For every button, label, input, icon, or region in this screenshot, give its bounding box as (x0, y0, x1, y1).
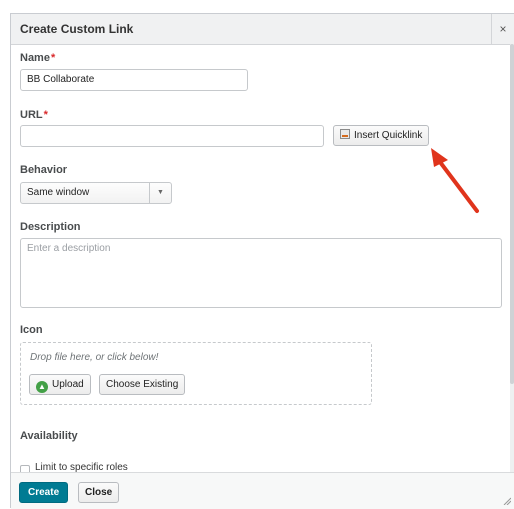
name-label: Name* (20, 52, 55, 64)
behavior-selected-value: Same window (27, 187, 90, 198)
availability-label: Availability (20, 430, 78, 442)
name-label-text: Name (20, 52, 50, 64)
upload-label: Upload (52, 379, 84, 390)
name-input[interactable]: BB Collaborate (20, 69, 248, 91)
create-button[interactable]: Create (19, 482, 69, 503)
close-icon[interactable]: × (491, 14, 514, 44)
description-textarea[interactable]: Enter a description (20, 238, 502, 308)
behavior-select[interactable]: Same window ▼ (20, 182, 172, 204)
required-marker: * (50, 52, 56, 64)
url-input[interactable] (20, 125, 324, 147)
close-button[interactable]: Close (78, 482, 120, 503)
behavior-label: Behavior (20, 164, 68, 176)
dropzone-text: Drop file here, or click below! (30, 352, 159, 363)
resize-handle-icon[interactable] (503, 497, 511, 505)
icon-label: Icon (20, 324, 43, 336)
dialog-footer: Create Close (11, 472, 514, 509)
required-marker: * (43, 109, 48, 121)
file-dropzone[interactable]: Drop file here, or click below! ▲ Upload … (20, 342, 372, 405)
insert-quicklink-button[interactable]: Insert Quicklink (333, 125, 430, 146)
description-label: Description (20, 221, 81, 233)
create-custom-link-dialog: Create Custom Link × Name* BB Collaborat… (10, 13, 514, 509)
choose-existing-button[interactable]: Choose Existing (99, 374, 186, 395)
url-label-text: URL (20, 109, 43, 121)
chevron-down-icon[interactable]: ▼ (149, 183, 171, 203)
scrollbar-thumb[interactable] (510, 44, 514, 384)
upload-button[interactable]: ▲ Upload (29, 374, 91, 395)
dialog-title: Create Custom Link (20, 22, 134, 36)
insert-quicklink-label: Insert Quicklink (354, 130, 423, 141)
quicklink-icon (340, 129, 350, 139)
url-label: URL* (20, 109, 48, 121)
dialog-titlebar: Create Custom Link × (11, 14, 514, 45)
upload-icon: ▲ (36, 381, 48, 393)
